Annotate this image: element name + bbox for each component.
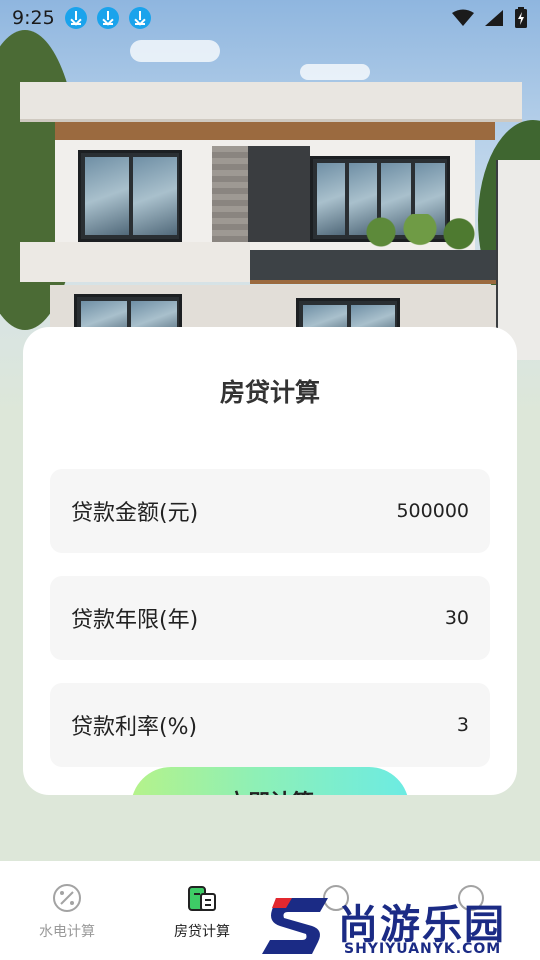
nav-label: 水电计算: [39, 924, 95, 940]
interest-rate-input[interactable]: [289, 714, 469, 736]
download-icon: [128, 7, 151, 29]
download-icon: [64, 7, 87, 29]
loan-years-input[interactable]: [289, 607, 469, 629]
interest-rate-field[interactable]: 贷款利率(%): [50, 683, 490, 767]
nav-label: 房贷计算: [174, 924, 230, 940]
nav-item-mortgage-calc[interactable]: 房贷计算: [142, 861, 262, 960]
signal-icon: [485, 10, 503, 26]
status-bar: 9:25: [0, 0, 540, 36]
interest-rate-label: 贷款利率(%): [71, 715, 198, 740]
watermark-logo: [262, 898, 328, 954]
house-loan-icon: [188, 886, 216, 911]
loan-amount-label: 贷款金额(元): [71, 501, 199, 526]
nav-item-utility-calc[interactable]: 水电计算: [7, 861, 127, 960]
loan-years-label: 贷款年限(年): [71, 608, 199, 633]
wifi-icon: [452, 9, 474, 26]
calculate-button[interactable]: 立即计算: [131, 767, 409, 795]
loan-amount-input[interactable]: [289, 500, 469, 522]
mortgage-calculator-card: 房贷计算 贷款金额(元) 贷款年限(年) 贷款利率(%) 立即计算: [23, 327, 517, 795]
status-time: 9:25: [12, 7, 55, 29]
loan-amount-field[interactable]: 贷款金额(元): [50, 469, 490, 553]
download-icon: [96, 7, 119, 29]
battery-icon: [515, 7, 527, 28]
site-watermark: 尚游乐园 SHYIYUANYK.COM: [262, 892, 540, 960]
loan-years-field[interactable]: 贷款年限(年): [50, 576, 490, 660]
card-title: 房贷计算: [219, 378, 320, 407]
percent-calculator-icon: [53, 884, 81, 912]
watermark-sub: SHYIYUANYK.COM: [344, 941, 502, 957]
